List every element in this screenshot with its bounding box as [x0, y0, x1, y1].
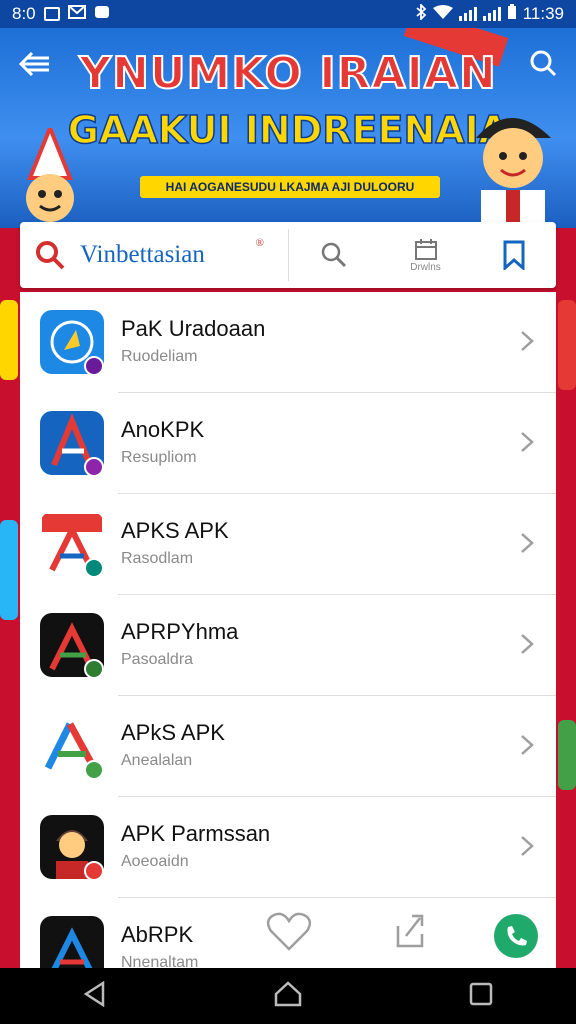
chevron-right-icon	[520, 431, 534, 458]
app-name: APkS APK	[121, 720, 225, 745]
battery-icon	[507, 3, 517, 25]
app-name: AnoKPK	[121, 417, 205, 442]
phone-icon	[494, 914, 538, 958]
side-decoration	[558, 720, 576, 790]
downloads-button[interactable]: Drwlns	[410, 238, 441, 273]
recents-icon[interactable]	[469, 982, 493, 1011]
app-subtitle: Rasodlam	[121, 550, 194, 567]
app-list: PaK Uradoaan Ruodeliam AnoKPK Resupliom …	[20, 292, 556, 968]
app-name: APK Parmssan	[121, 821, 271, 846]
badge-icon	[84, 659, 104, 679]
badge-icon	[84, 760, 104, 780]
wifi-icon	[432, 4, 453, 24]
chevron-right-icon	[520, 532, 534, 559]
banner-title: YNUMKO IRAIAN	[78, 47, 497, 100]
mail-icon	[67, 4, 86, 24]
phone-call-button[interactable]	[494, 914, 538, 963]
list-item[interactable]: APKS APK Rasodlam	[20, 494, 556, 595]
signal-2-icon	[482, 7, 501, 21]
search-bar[interactable]: Vinbettasian ® Drwlns	[20, 222, 556, 288]
chevron-right-icon	[520, 835, 534, 862]
chevron-right-icon	[520, 330, 534, 357]
side-decoration	[0, 300, 18, 380]
app-subtitle: Ruodeliam	[121, 348, 198, 365]
registered-mark: ®	[255, 237, 264, 249]
magnifier-button[interactable]	[319, 240, 349, 270]
side-decoration	[0, 520, 18, 620]
mascot-left-illustration	[26, 128, 74, 222]
search-icon[interactable]	[20, 239, 80, 271]
bookmark-icon	[503, 240, 525, 270]
system-nav-bar	[0, 968, 576, 1024]
badge-icon	[84, 861, 104, 881]
badge-icon	[84, 356, 104, 376]
home-icon[interactable]	[274, 980, 302, 1012]
app-name: PaK Uradoaan	[121, 316, 266, 341]
list-item[interactable]: APK Parmssan Aoeoaidn	[20, 797, 556, 898]
badge-icon	[84, 558, 104, 578]
list-item[interactable]: PaK Uradoaan Ruodeliam	[20, 292, 556, 393]
status-time-left: 8:0	[12, 4, 36, 23]
list-item[interactable]: APkS APK Anealalan	[20, 696, 556, 797]
status-time-right: 11:39	[522, 4, 564, 23]
mascot-right-illustration	[476, 118, 551, 228]
badge-icon	[84, 457, 104, 477]
app-name: APRPYhma	[121, 619, 239, 644]
app-name: APKS APK	[121, 518, 229, 543]
share-icon[interactable]	[394, 912, 428, 955]
action-bar	[20, 900, 556, 970]
brand-name: Vinbettasian	[80, 241, 205, 268]
magnifier-icon	[322, 242, 347, 268]
downloads-label: Drwlns	[410, 261, 441, 273]
status-bar: 8:0 11:39	[0, 0, 576, 28]
chat-icon	[94, 4, 110, 24]
side-decoration	[558, 300, 576, 390]
app-subtitle: Resupliom	[121, 449, 197, 466]
signal-icon	[458, 7, 477, 21]
bluetooth-icon	[415, 2, 427, 25]
app-subtitle: Anealalan	[121, 752, 193, 769]
app-subtitle: Aoeoaidn	[121, 853, 189, 870]
banner-strip: HAI AOGANESUDU LKAJMA AJI DULOORU	[140, 176, 440, 198]
heart-icon[interactable]	[266, 912, 312, 957]
brand-label: Vinbettasian ®	[80, 237, 288, 269]
notification-icon	[43, 7, 60, 21]
chevron-right-icon	[520, 633, 534, 660]
calendar-icon	[414, 238, 437, 260]
chevron-right-icon	[520, 734, 534, 761]
list-item[interactable]: AnoKPK Resupliom	[20, 393, 556, 494]
bookmark-button[interactable]	[502, 240, 526, 270]
app-subtitle: Pasoaldra	[121, 651, 194, 668]
list-item[interactable]: APRPYhma Pasoaldra	[20, 595, 556, 696]
back-icon[interactable]	[83, 980, 107, 1012]
promo-banner: YNUMKO IRAIAN GAAKUI INDREENAIA HAI AOGA…	[0, 28, 576, 228]
